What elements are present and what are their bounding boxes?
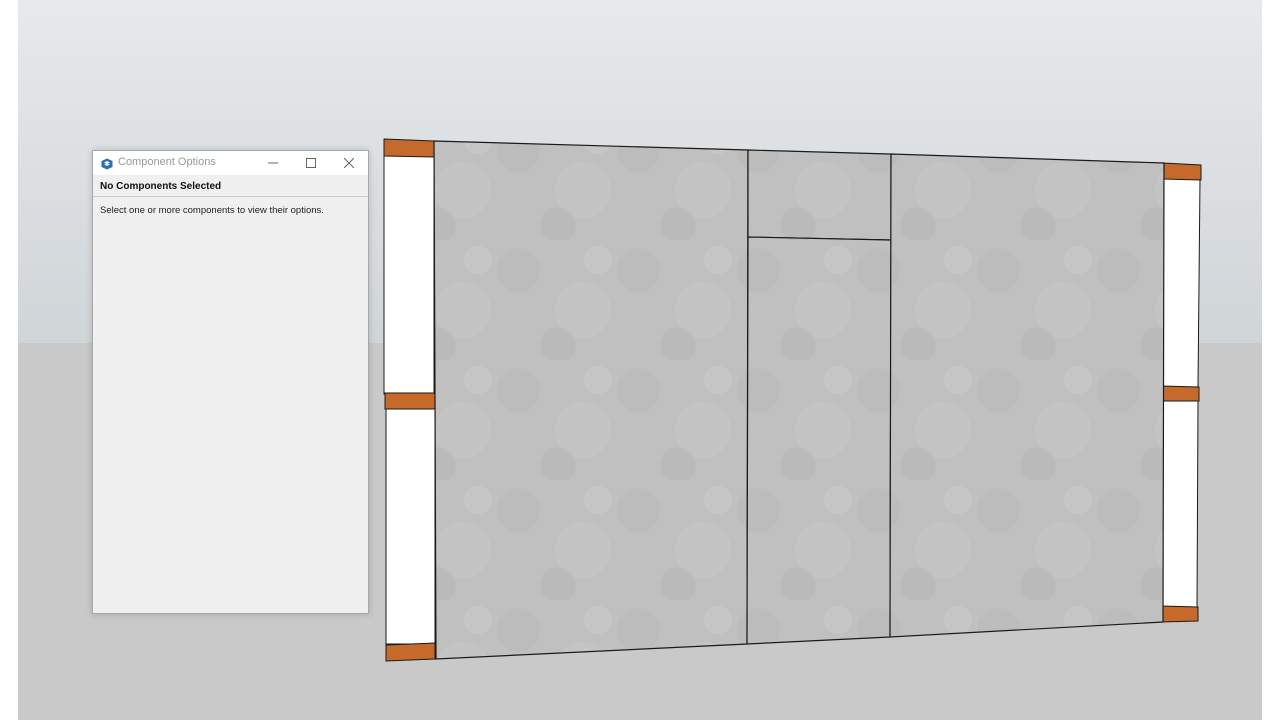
wood-block-left-bottom xyxy=(385,642,436,662)
concrete-panel-right xyxy=(889,153,1165,638)
concrete-panel-left xyxy=(433,140,749,660)
close-icon xyxy=(344,158,354,168)
minimize-button[interactable] xyxy=(254,151,292,175)
options-message: Select one or more components to view th… xyxy=(100,205,324,216)
component-options-dialog[interactable]: Component Options No Components Selected… xyxy=(92,150,369,614)
selection-heading: No Components Selected xyxy=(100,181,222,192)
concrete-panel-door xyxy=(746,236,892,645)
concrete-panel-top-middle xyxy=(747,149,892,241)
dialog-title: Component Options xyxy=(118,156,216,168)
wood-block-right-bottom xyxy=(1160,605,1199,623)
selection-heading-bar: No Components Selected xyxy=(93,178,368,197)
wood-block-left-middle xyxy=(384,392,436,410)
right-stud-lower xyxy=(1160,400,1199,608)
maximize-button[interactable] xyxy=(292,151,330,175)
left-stud-upper xyxy=(383,155,435,395)
wood-block-right-top xyxy=(1162,162,1202,181)
right-stud-upper xyxy=(1162,178,1201,388)
wood-block-right-middle xyxy=(1161,385,1200,402)
close-button[interactable] xyxy=(330,151,368,175)
dialog-titlebar[interactable]: Component Options xyxy=(93,151,368,175)
right-letterbox xyxy=(1262,0,1280,720)
wood-block-left-top xyxy=(383,138,435,158)
left-stud-lower xyxy=(385,408,436,645)
maximize-icon xyxy=(306,158,316,168)
sketchup-logo-icon xyxy=(101,157,113,170)
left-letterbox xyxy=(0,0,18,720)
minimize-icon xyxy=(268,158,278,168)
